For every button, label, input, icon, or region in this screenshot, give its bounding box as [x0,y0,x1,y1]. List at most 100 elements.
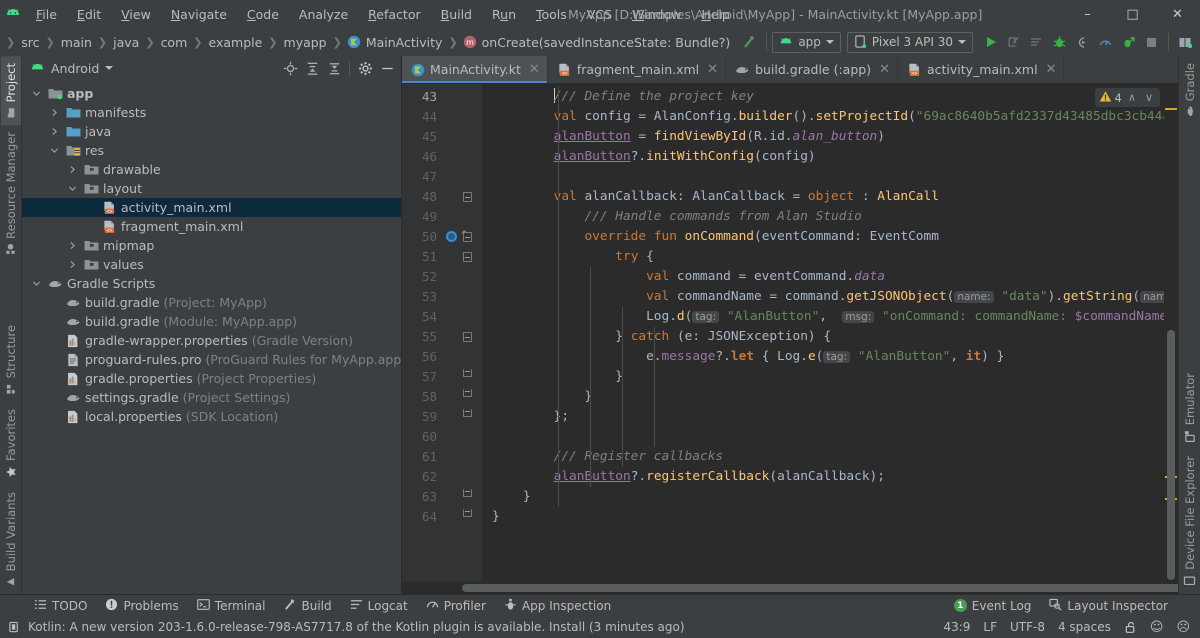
close-button[interactable]: ✕ [1155,0,1200,28]
gutter-row[interactable] [444,127,482,147]
tree-item[interactable]: <>fragment_main.xml [22,217,401,236]
close-icon[interactable]: ✕ [529,62,540,77]
tree-item[interactable]: java [22,122,401,141]
sdk-manager-button[interactable] [1174,31,1197,54]
menu-analyze[interactable]: Analyze [289,3,358,26]
gutter-row[interactable] [444,447,482,467]
gutter-row[interactable] [444,467,482,487]
chevron-right-icon[interactable] [48,127,61,136]
gutter-row[interactable] [444,347,482,367]
apply-code-changes-button[interactable] [1025,31,1048,54]
fold-region-end-icon[interactable] [463,389,472,397]
warning-marker[interactable] [1165,108,1177,110]
stop-button[interactable] [1140,31,1163,54]
tree-item[interactable]: res [22,141,401,160]
gutter-row[interactable] [444,307,482,327]
profiler-button[interactable] [1094,31,1117,54]
tree-item[interactable]: build.gradle (Project: MyApp) [22,293,401,312]
status-message[interactable]: Kotlin: A new version 203-1.6.0-release-… [28,620,685,634]
gutter-row[interactable] [444,507,482,527]
gutter-row[interactable] [444,167,482,187]
sidebar-item-emulator[interactable]: Emulator [1180,366,1200,449]
breadcrumb-java[interactable]: java [111,33,141,52]
chevron-down-icon[interactable] [30,279,43,288]
breadcrumb-myapp[interactable]: myapp [282,33,329,52]
tool-button-logcat[interactable]: Logcat [342,596,416,616]
maximize-button[interactable]: □ [1110,0,1155,28]
gutter-row[interactable] [444,387,482,407]
menu-file[interactable]: FFileile [26,3,67,26]
next-problem-button[interactable]: ∨ [1142,91,1156,104]
editor-tab[interactable]: <>fragment_main.xml✕ [548,56,726,83]
sidebar-item-structure[interactable]: Structure [1,318,21,402]
device-selector[interactable]: Pixel 3 API 30 [847,32,973,53]
editor-tab[interactable]: <>activity_main.xml✕ [898,56,1064,83]
happy-face-icon[interactable]: ☺ [1150,620,1164,635]
menu-code[interactable]: Code [237,3,289,26]
tree-item[interactable]: gradle.properties (Project Properties) [22,369,401,388]
tree-item[interactable]: layout [22,179,401,198]
editor-vertical-scrollbar[interactable] [1164,84,1178,582]
chevron-right-icon[interactable] [66,165,79,174]
gutter-row[interactable] [444,407,482,427]
gutter-row[interactable] [444,107,482,127]
gutter-row[interactable] [444,287,482,307]
gutter-row[interactable] [444,147,482,167]
debug-button[interactable] [1048,31,1071,54]
chevron-down-icon[interactable] [105,66,113,70]
code-content[interactable]: /// Define the project key val config = … [482,84,1178,582]
tree-item[interactable]: local.properties (SDK Location) [22,407,401,426]
tool-button-todo[interactable]: TODO [26,596,95,616]
run-with-coverage-button[interactable] [1117,31,1140,54]
expand-all-button[interactable] [302,58,322,78]
attach-debugger-button[interactable] [1071,31,1094,54]
fold-collapse-icon[interactable] [463,332,472,342]
apply-changes-button[interactable]: A [1002,31,1025,54]
tool-button-app-inspection[interactable]: App Inspection [496,596,619,616]
minimize-button[interactable]: – [1065,0,1110,28]
back-arrow-icon[interactable] [738,31,761,54]
project-view-label[interactable]: Android [51,61,99,76]
gutter-row[interactable] [444,487,482,507]
tree-item[interactable]: manifests [22,103,401,122]
fold-region-end-icon[interactable] [463,409,472,417]
editor-horizontal-scrollbar[interactable] [402,582,1178,594]
tree-item[interactable]: app [22,84,401,103]
chevron-right-icon[interactable] [66,241,79,250]
chevron-down-icon[interactable] [30,89,43,98]
tool-button-terminal[interactable]: Terminal [189,596,274,616]
menu-run[interactable]: Run [482,3,526,26]
sidebar-item-resource-manager[interactable]: Resource Manager [1,125,21,262]
gear-icon[interactable] [355,58,375,78]
tree-item[interactable]: mipmap [22,236,401,255]
fold-collapse-icon[interactable] [463,192,472,202]
sidebar-item-build-variants[interactable]: Build Variants [1,485,21,594]
fold-region-end-icon[interactable] [463,509,472,517]
indent-setting[interactable]: 4 spaces [1058,620,1111,634]
gutter-row[interactable] [444,427,482,447]
marker-gutter[interactable]: ↑ [444,84,482,582]
hscrollbar-thumb[interactable] [462,584,1200,592]
close-icon[interactable]: ✕ [1046,62,1057,77]
menu-view[interactable]: View [111,3,161,26]
collapse-all-button[interactable] [324,58,344,78]
sidebar-item-favorites[interactable]: Favorites [1,402,21,485]
breakpoint-icon[interactable] [446,231,457,242]
menu-build[interactable]: Build [431,3,482,26]
menu-navigate[interactable]: Navigate [161,3,237,26]
inspection-widget[interactable]: 4 ∧ ∨ [1095,88,1160,107]
tool-button-build[interactable]: Build [276,596,340,616]
fold-region-end-icon[interactable] [463,369,472,377]
gutter-row[interactable] [444,327,482,347]
previous-problem-button[interactable]: ∧ [1125,91,1139,104]
breadcrumb-example[interactable]: example [206,33,264,52]
tool-button-problems[interactable]: Problems [97,596,186,616]
menu-refactor[interactable]: Refactor [358,3,430,26]
gutter-row[interactable] [444,187,482,207]
tree-item[interactable]: <>activity_main.xml [22,198,401,217]
select-opened-file-button[interactable] [280,58,300,78]
fold-collapse-icon[interactable] [463,252,472,262]
fold-collapse-icon[interactable] [463,232,472,242]
tool-button-profiler[interactable]: Profiler [418,596,494,616]
chevron-down-icon[interactable] [66,184,79,193]
